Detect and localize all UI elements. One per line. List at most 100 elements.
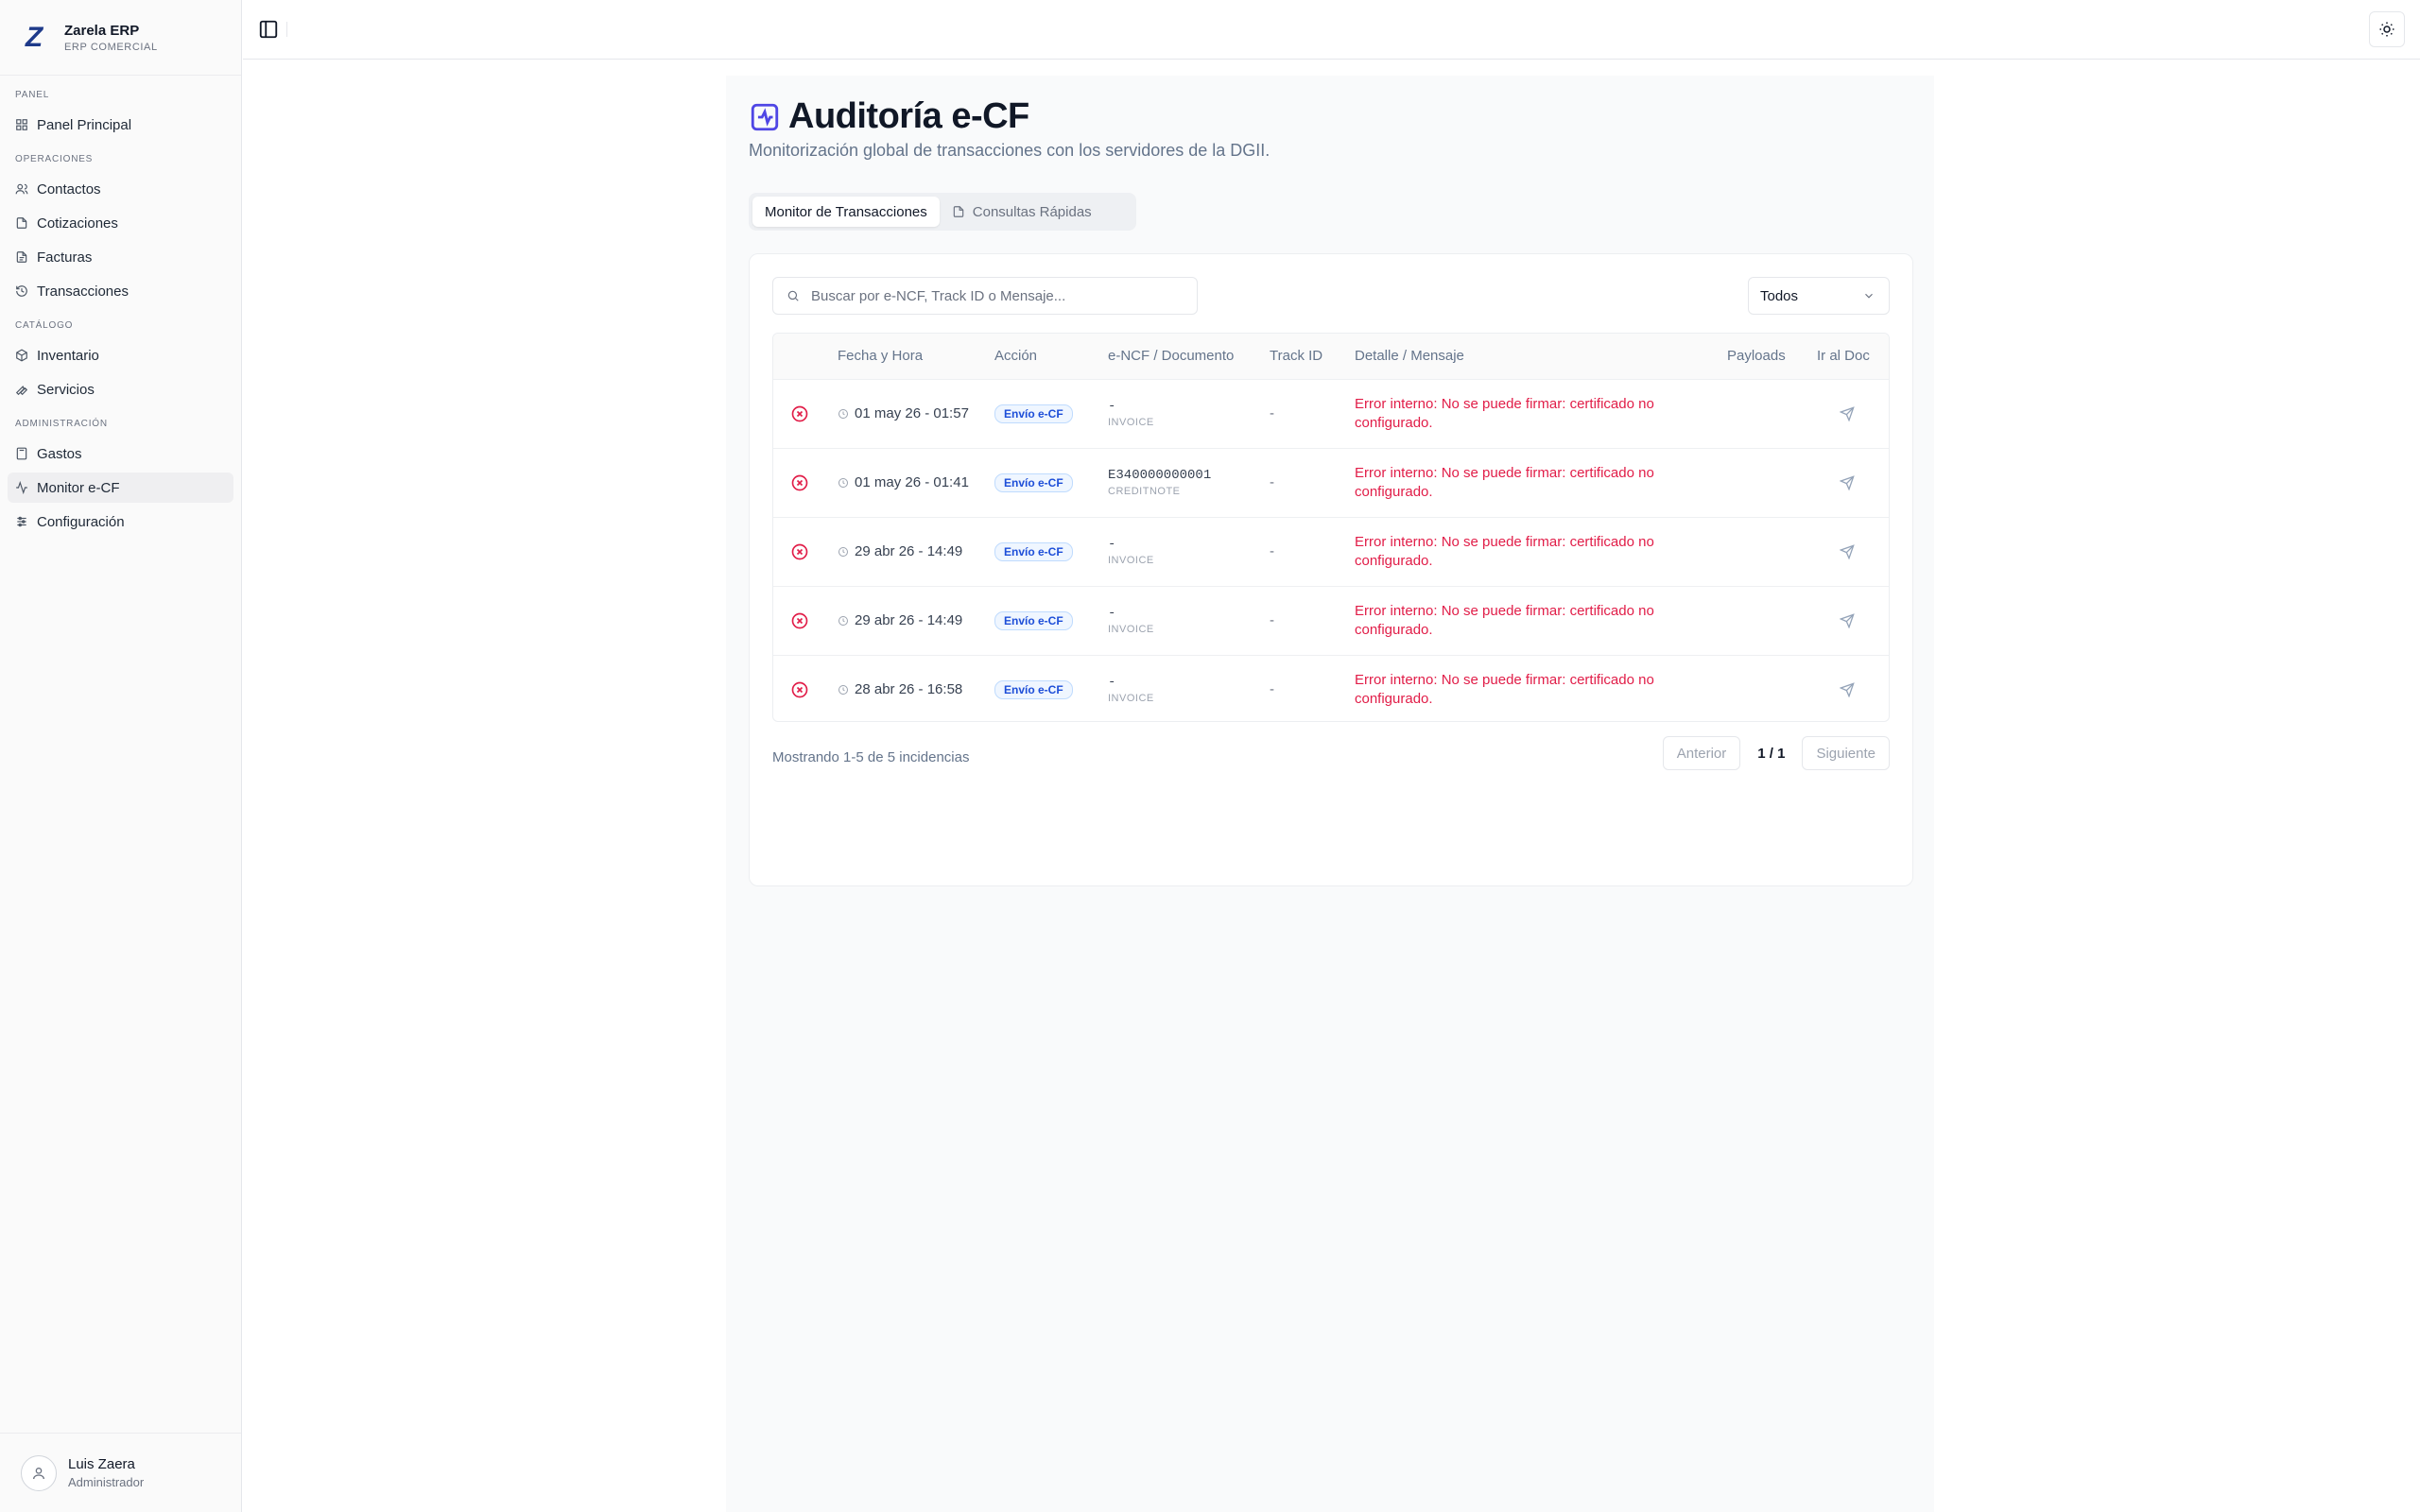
settings-icon [17, 516, 26, 527]
sidebar-item-inventario[interactable]: Inventario [8, 340, 233, 370]
boxes-icon [16, 349, 27, 362]
clock-icon [838, 477, 848, 488]
go-to-doc-cell[interactable] [1806, 655, 1889, 721]
transactions-table: Fecha y Hora Acción e-NCF / Documento Tr… [772, 333, 1890, 722]
search-icon [787, 290, 799, 301]
history-icon [16, 285, 27, 297]
document-number: - [1108, 675, 1116, 691]
clock-icon [838, 615, 848, 626]
page-heading: Auditoría e-CF [788, 96, 1029, 136]
theme-toggle-button[interactable] [2369, 11, 2405, 47]
topbar-divider [286, 22, 287, 37]
sidebar-item-facturas[interactable]: Facturas [8, 242, 233, 272]
table-row[interactable]: 28 abr 26 - 16:58 Envío e-CF - INVOICE -… [773, 655, 1889, 721]
tab-monitor-transacciones[interactable]: Monitor de Transacciones [752, 197, 940, 227]
action-cell: Envío e-CF [983, 655, 1097, 721]
sidebar-item-monitor-e-cf[interactable]: Monitor e-CF [8, 472, 233, 503]
datetime-cell: 29 abr 26 - 14:49 [826, 586, 983, 655]
sidebar-item-gastos[interactable]: Gastos [8, 438, 233, 469]
sidebar-toggle-button[interactable] [256, 17, 281, 42]
status-cell [773, 448, 826, 517]
nav-section-administracion: ADMINISTRACIÓN [15, 419, 108, 429]
document-cell: - INVOICE [1097, 517, 1258, 586]
go-to-doc-cell[interactable] [1806, 448, 1889, 517]
clock-icon [838, 684, 848, 695]
document-number: E340000000001 [1108, 468, 1212, 483]
datetime-cell: 29 abr 26 - 14:49 [826, 517, 983, 586]
transactions-card: Todos Fecha y Hora Acción e-NCF / Docume… [749, 253, 1913, 886]
brand[interactable]: Z Zarela ERP ERP COMERCIAL [0, 0, 241, 76]
go-to-doc-cell[interactable] [1806, 517, 1889, 586]
search-input[interactable] [811, 287, 1180, 304]
column-header-fecha: Fecha y Hora [838, 348, 924, 365]
table-row[interactable]: 01 may 26 - 01:41 Envío e-CF E3400000000… [773, 448, 1889, 517]
search-box[interactable] [772, 277, 1198, 315]
sidebar-item-contactos[interactable]: Contactos [8, 174, 233, 204]
document-number: - [1108, 537, 1116, 552]
sidebar-item-cotizaciones[interactable]: Cotizaciones [8, 208, 233, 238]
table-row[interactable]: 01 may 26 - 01:57 Envío e-CF - INVOICE -… [773, 379, 1889, 448]
document-type: CREDITNOTE [1108, 486, 1181, 497]
sidebar-item-transacciones[interactable]: Transacciones [8, 276, 233, 306]
payloads-cell [1716, 655, 1806, 721]
document-type: INVOICE [1108, 417, 1154, 428]
file-icon [16, 217, 27, 229]
user-icon [33, 1467, 44, 1479]
table-row[interactable]: 29 abr 26 - 14:49 Envío e-CF - INVOICE -… [773, 586, 1889, 655]
status-cell [773, 517, 826, 586]
send-icon[interactable] [1840, 681, 1855, 697]
datetime-text: 29 abr 26 - 14:49 [855, 612, 963, 628]
column-header-detalle: Detalle / Mensaje [1355, 348, 1464, 365]
track-id-cell: - [1270, 681, 1274, 698]
action-badge: Envío e-CF [994, 472, 1073, 492]
next-page-button[interactable]: Siguiente [1802, 736, 1890, 770]
previous-page-button[interactable]: Anterior [1662, 736, 1741, 770]
send-icon[interactable] [1840, 612, 1855, 628]
clock-icon [838, 546, 848, 557]
datetime-text: 28 abr 26 - 16:58 [855, 681, 963, 698]
receipt-icon [16, 251, 27, 263]
x-circle-icon [791, 474, 808, 490]
go-to-doc-cell[interactable] [1806, 379, 1889, 448]
document-number: - [1108, 606, 1116, 621]
x-circle-icon [791, 681, 808, 698]
sidebar-item-label: Gastos [37, 445, 82, 462]
audit-icon [751, 103, 779, 130]
action-cell: Envío e-CF [983, 448, 1097, 517]
datetime-text: 01 may 26 - 01:57 [855, 405, 969, 421]
datetime-cell: 01 may 26 - 01:41 [826, 448, 983, 517]
status-cell [773, 379, 826, 448]
calculator-icon [16, 447, 27, 460]
message-cell: Error interno: No se puede firmar: certi… [1355, 602, 1654, 638]
brand-subtitle: ERP COMERCIAL [64, 41, 158, 53]
tab-list: Monitor de Transacciones Consultas Rápid… [749, 193, 1136, 231]
datetime-cell: 01 may 26 - 01:57 [826, 379, 983, 448]
user-profile[interactable]: Luis Zaera Administrador [0, 1433, 241, 1512]
page-title: Auditoría e-CF [749, 96, 1029, 137]
sun-icon [2379, 22, 2394, 37]
tab-consultas-rapidas[interactable]: Consultas Rápidas [940, 197, 1104, 227]
activity-icon [16, 481, 27, 494]
sidebar-item-servicios[interactable]: Servicios [8, 374, 233, 404]
sidebar-item-configuracion[interactable]: Configuración [8, 507, 233, 537]
nav-section-panel: PANEL [15, 90, 50, 100]
action-cell: Envío e-CF [983, 517, 1097, 586]
track-id-cell: - [1270, 405, 1274, 421]
go-to-doc-cell[interactable] [1806, 586, 1889, 655]
sidebar-item-panel-principal[interactable]: Panel Principal [8, 110, 233, 140]
send-icon[interactable] [1840, 474, 1855, 490]
send-icon[interactable] [1840, 405, 1855, 421]
page-indicator: 1 / 1 [1757, 745, 1786, 762]
tab-label: Consultas Rápidas [972, 203, 1092, 220]
send-icon[interactable] [1840, 543, 1855, 559]
status-filter-select[interactable]: Todos [1748, 277, 1890, 315]
file-search-icon [953, 206, 964, 217]
nav-section-operaciones: OPERACIONES [15, 154, 94, 164]
track-id-cell: - [1270, 543, 1274, 559]
table-row[interactable]: 29 abr 26 - 14:49 Envío e-CF - INVOICE -… [773, 517, 1889, 586]
sidebar-item-label: Servicios [37, 381, 95, 398]
panel-left-icon [259, 20, 278, 39]
users-icon [15, 183, 28, 195]
payloads-cell [1716, 517, 1806, 586]
action-badge: Envío e-CF [994, 610, 1073, 630]
